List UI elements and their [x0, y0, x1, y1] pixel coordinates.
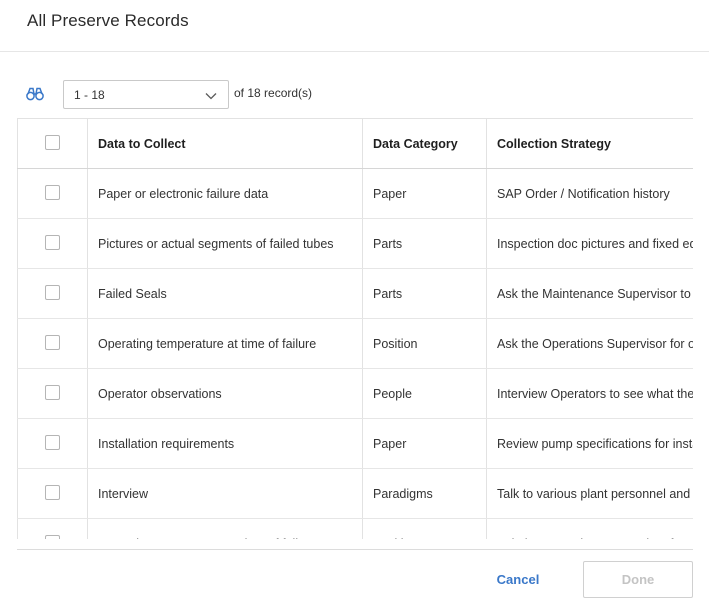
row-select-cell — [17, 418, 88, 469]
table-row[interactable]: Failed Seals Parts Ask the Maintenance S… — [17, 268, 693, 319]
record-range-select[interactable]: 1 - 18 — [63, 80, 229, 109]
records-grid: Data to Collect Data Category Collection… — [17, 118, 693, 539]
toolbar: 1 - 18 of 18 record(s) — [26, 80, 626, 109]
cell-data-category: Paper — [362, 168, 487, 219]
row-select-cell — [17, 468, 88, 519]
column-header-collection-strategy[interactable]: Collection Strategy — [486, 118, 693, 169]
cell-data-to-collect: Operating temperature at time of failure — [87, 518, 363, 539]
cell-collection-strategy: Talk to various plant personnel and c — [486, 468, 693, 519]
cell-data-to-collect: Operating temperature at time of failure — [87, 318, 363, 369]
cancel-button[interactable]: Cancel — [478, 561, 558, 597]
table-row[interactable]: Operator observations People Interview O… — [17, 368, 693, 419]
select-all-cell — [17, 118, 88, 169]
cell-collection-strategy: Interview Operators to see what the — [486, 368, 693, 419]
row-checkbox[interactable] — [44, 184, 60, 200]
row-select-cell — [17, 318, 88, 369]
cell-data-category: Parts — [362, 268, 487, 319]
record-range-value: 1 - 18 — [74, 88, 105, 102]
cell-collection-strategy: SAP Order / Notification history — [486, 168, 693, 219]
done-button[interactable]: Done — [583, 561, 693, 598]
cell-data-to-collect: Interview — [87, 468, 363, 519]
cell-data-category: People — [362, 368, 487, 419]
cell-data-to-collect: Failed Seals — [87, 268, 363, 319]
table-row[interactable]: Interview Paradigms Talk to various plan… — [17, 468, 693, 519]
header-divider — [0, 51, 709, 52]
column-header-data-category[interactable]: Data Category — [362, 118, 487, 169]
cell-data-category: Paper — [362, 418, 487, 469]
row-select-cell — [17, 368, 88, 419]
select-all-checkbox[interactable] — [44, 134, 60, 150]
cell-collection-strategy: Inspection doc pictures and fixed equ — [486, 218, 693, 269]
cell-data-category: Parts — [362, 218, 487, 269]
chevron-down-icon — [204, 89, 218, 101]
cell-collection-strategy: Review pump specifications for insta — [486, 418, 693, 469]
dialog-title: All Preserve Records — [27, 11, 189, 30]
row-checkbox[interactable] — [44, 534, 60, 539]
record-count-label: of 18 record(s) — [234, 86, 313, 100]
row-checkbox[interactable] — [44, 284, 60, 300]
row-checkbox[interactable] — [44, 334, 60, 350]
footer-divider — [17, 549, 693, 550]
table-row[interactable]: Operating temperature at time of failure… — [17, 518, 693, 539]
row-select-cell — [17, 168, 88, 219]
cell-data-to-collect: Pictures or actual segments of failed tu… — [87, 218, 363, 269]
cell-data-to-collect: Installation requirements — [87, 418, 363, 469]
row-checkbox[interactable] — [44, 234, 60, 250]
table-header-row: Data to Collect Data Category Collection… — [17, 118, 693, 169]
table-row[interactable]: Paper or electronic failure data Paper S… — [17, 168, 693, 219]
row-checkbox[interactable] — [44, 434, 60, 450]
cell-data-category: Position — [362, 318, 487, 369]
cell-collection-strategy: Ask the Operations Supervisor for op — [486, 518, 693, 539]
table-row[interactable]: Operating temperature at time of failure… — [17, 318, 693, 369]
row-checkbox[interactable] — [44, 484, 60, 500]
binoculars-icon[interactable] — [26, 86, 44, 102]
row-checkbox[interactable] — [44, 384, 60, 400]
cell-data-category: Paradigms — [362, 468, 487, 519]
table-row[interactable]: Pictures or actual segments of failed tu… — [17, 218, 693, 269]
cell-data-category: Position — [362, 518, 487, 539]
row-select-cell — [17, 518, 88, 539]
column-header-data-to-collect[interactable]: Data to Collect — [87, 118, 363, 169]
records-table: Data to Collect Data Category Collection… — [17, 118, 693, 539]
cell-collection-strategy: Ask the Operations Supervisor for op — [486, 318, 693, 369]
cell-data-to-collect: Operator observations — [87, 368, 363, 419]
table-row[interactable]: Installation requirements Paper Review p… — [17, 418, 693, 469]
row-select-cell — [17, 218, 88, 269]
row-select-cell — [17, 268, 88, 319]
cell-data-to-collect: Paper or electronic failure data — [87, 168, 363, 219]
cell-collection-strategy: Ask the Maintenance Supervisor to c — [486, 268, 693, 319]
